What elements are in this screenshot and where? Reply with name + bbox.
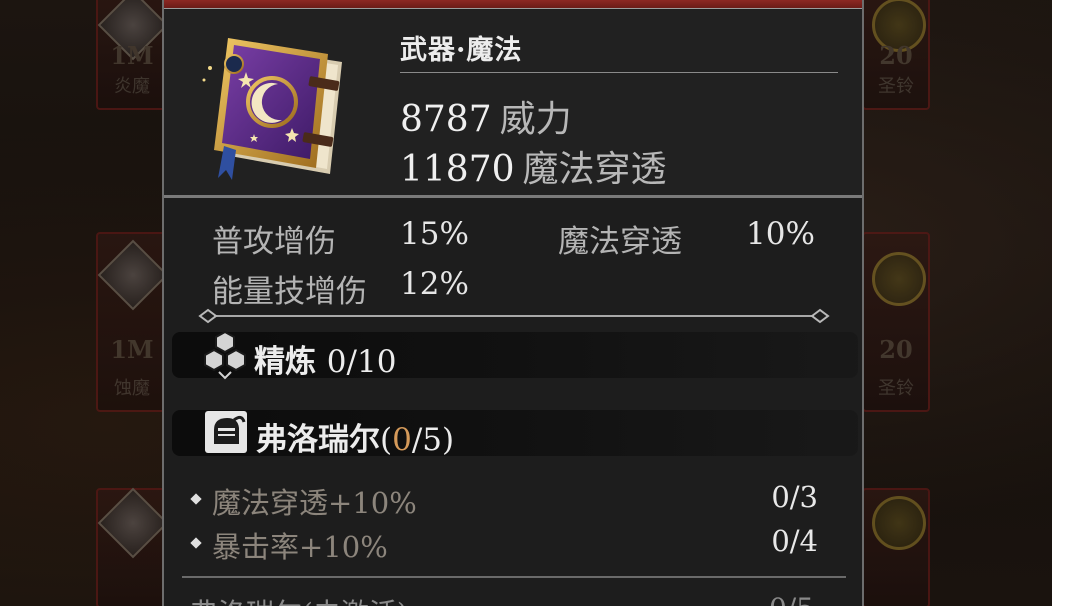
bullet-diamond-icon xyxy=(190,537,202,549)
bg-item-card: 20 圣铃 xyxy=(862,0,930,110)
penetration-label: 魔法穿透 xyxy=(522,149,667,190)
power-label: 威力 xyxy=(499,99,572,140)
set-name: 弗洛瑞尔 xyxy=(256,422,380,458)
substat-value: 10% xyxy=(746,216,815,252)
refine-text: 精炼 0/10 xyxy=(254,336,396,381)
substat-value: 15% xyxy=(400,216,469,252)
refine-hexagon-icon xyxy=(204,330,246,380)
set-effect-text: 暴击率+10% xyxy=(212,530,388,564)
set-title: 弗洛瑞尔(0/5) xyxy=(256,414,454,459)
set-count-current: 0 xyxy=(392,422,412,458)
bg-item-card: 1M 蚀魔 xyxy=(96,232,169,412)
power-value: 8787 xyxy=(400,99,492,140)
bg-item-card: 1M 炎魔 xyxy=(96,0,169,110)
bg-item-card xyxy=(862,488,930,606)
penetration-stat: 11870 魔法穿透 xyxy=(400,140,667,192)
substat-label: 普攻增伤 xyxy=(212,224,336,260)
set-inactive-label: 弗洛瑞尔(未激活) xyxy=(190,592,408,606)
set-effect-row: 暴击率+10% 0/4 xyxy=(188,524,818,564)
set-count-total: /5) xyxy=(411,422,455,458)
header-divider xyxy=(400,72,838,73)
set-inactive-count: 0/5 xyxy=(769,592,814,606)
item-header: 武器·魔法 8787 威力 11870 魔法穿透 xyxy=(164,10,862,198)
bg-item-card: 20 圣铃 xyxy=(862,232,930,412)
panel-top-bar xyxy=(164,0,862,9)
set-effect-count: 0/3 xyxy=(771,480,818,514)
set-effect-count: 0/4 xyxy=(771,524,818,558)
item-type-title: 武器·魔法 xyxy=(400,35,523,66)
penetration-value: 11870 xyxy=(400,149,515,190)
set-effect-text: 魔法穿透+10% xyxy=(212,486,417,520)
power-stat: 8787 威力 xyxy=(400,90,572,142)
set-count-open: ( xyxy=(380,422,393,458)
bottom-divider xyxy=(182,576,846,578)
bg-item-card xyxy=(96,487,169,606)
substat-label: 魔法穿透 xyxy=(558,224,682,260)
divider-ornament xyxy=(198,308,830,324)
spellbook-icon xyxy=(202,38,342,180)
knight-helmet-icon xyxy=(205,411,247,453)
refine-label: 精炼 xyxy=(254,344,316,380)
item-tooltip-panel: 武器·魔法 8787 威力 11870 魔法穿透 普攻增伤 15% 魔法穿透 10%… xyxy=(162,0,864,606)
refine-progress: 0/10 xyxy=(326,344,397,380)
screen-edge xyxy=(1052,0,1080,606)
bullet-diamond-icon xyxy=(190,493,202,505)
set-effect-row: 魔法穿透+10% 0/3 xyxy=(188,480,818,520)
substat-value: 12% xyxy=(400,266,469,302)
